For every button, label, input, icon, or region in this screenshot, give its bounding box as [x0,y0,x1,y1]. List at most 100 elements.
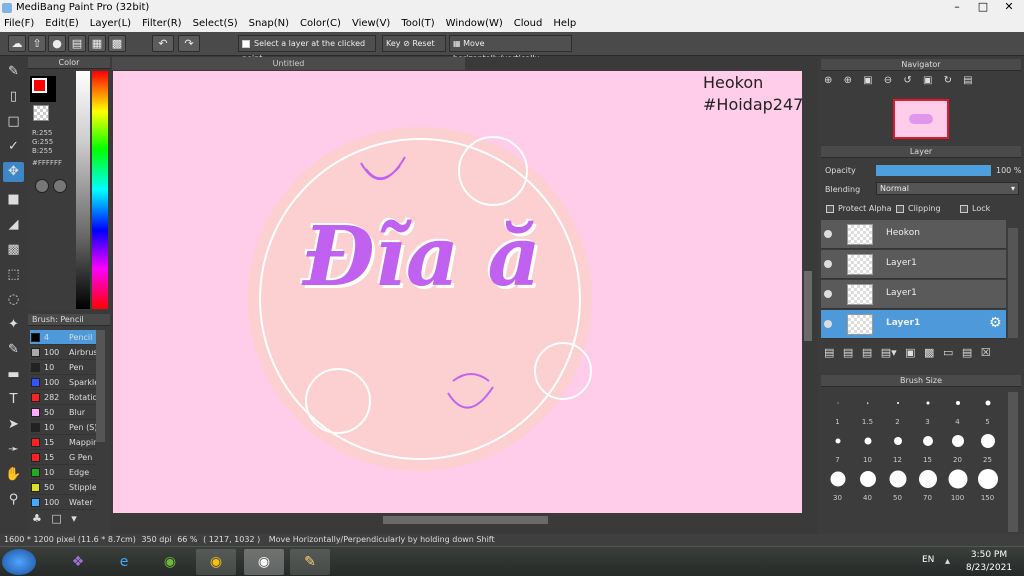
operation-tool-icon[interactable]: ➤ [3,415,24,435]
select-eraser-icon[interactable]: ▬ [3,365,24,385]
menu-cloud[interactable]: Cloud [514,16,543,32]
brush-list-item[interactable]: 10 Pen (S) [30,420,96,435]
blending-select[interactable]: Normal ▾ [876,182,1019,195]
hue-slider[interactable] [92,71,108,309]
document-icon[interactable]: ▦ [88,35,106,52]
brush-scrollbar[interactable] [96,330,105,442]
lasso-tool-icon[interactable]: ◌ [3,290,24,310]
text-tool-icon[interactable]: T [3,390,24,410]
coccoc-icon[interactable]: ◉ [150,549,190,575]
select-pen-icon[interactable]: ✎ [3,340,24,360]
brush-size-option[interactable]: 20 [943,427,972,464]
brush-list-item[interactable]: 100 Water [30,495,96,510]
redo-icon[interactable]: ↷ [178,35,200,52]
brush-size-scrollbar[interactable] [1008,392,1018,532]
palette-icon[interactable] [35,179,49,193]
eraser-tool-icon[interactable]: ▯ [3,87,24,107]
brush-list-item[interactable]: 15 G Pen [30,450,96,465]
brush-size-option[interactable]: 10 [853,427,882,464]
brush-list-item[interactable]: 10 Pen [30,360,96,375]
rectangle-tool-icon[interactable]: □ [3,112,24,132]
new-brush-icon[interactable]: □ [51,512,61,525]
brush-list-item[interactable]: 50 Stipple [30,480,96,495]
brush-list-item[interactable]: 15 Mapping [30,435,96,450]
layer-row[interactable]: Heokon [821,220,1006,249]
zoom-fit-icon[interactable]: ⊕ [844,75,852,86]
brush-size-option[interactable]: 70 [913,465,942,502]
canvas[interactable]: Đĩa ă Heokon #Hoidap247 [113,71,802,513]
new-8bit-layer-icon[interactable]: ▤ [862,346,872,359]
zoom-tool-icon[interactable]: ⚲ [3,490,24,510]
menu-layer[interactable]: Layer(L) [90,16,131,32]
brush-size-option[interactable]: 100 [943,465,972,502]
brush-size-option[interactable]: 12 [883,427,912,464]
fill-rect-tool-icon[interactable]: ■ [3,190,24,210]
close-button[interactable]: ✕ [998,0,1020,16]
hand-tool-icon[interactable]: ✋ [3,465,24,485]
brush-size-option[interactable]: 7 [823,427,852,464]
brush-list-item[interactable]: 100 Sparkle [30,375,96,390]
chrome-icon[interactable]: ◉ [196,549,236,575]
cloud-icon[interactable]: ☁ [8,35,26,52]
brush-size-option[interactable]: 15 [913,427,942,464]
minimize-button[interactable]: – [946,0,968,16]
brush-list-item[interactable]: 282 Rotation [30,390,96,405]
brush-size-option[interactable]: 2 [883,389,912,426]
menu-filter[interactable]: Filter(R) [142,16,182,32]
brush-size-option[interactable]: 1.5 [853,389,882,426]
vertical-scrollbar[interactable] [802,71,814,513]
menu-view[interactable]: View(V) [352,16,390,32]
brush-size-option[interactable]: 150 [973,465,1002,502]
delete-layer-icon[interactable]: ☒ [981,346,991,359]
layer-scrollbar[interactable] [1008,228,1018,338]
upload-icon[interactable]: ⇧ [28,35,46,52]
menu-file[interactable]: File(F) [4,16,34,32]
new-layer-icon[interactable]: ▤ [824,346,834,359]
menu-snap[interactable]: Snap(N) [249,16,289,32]
brush-size-option[interactable]: 50 [883,465,912,502]
brush-list-item[interactable]: 100 Airbrush [30,345,96,360]
zoom-out-icon[interactable]: ⊖ [884,75,892,86]
brush-tool-icon[interactable]: ✎ [3,62,24,82]
brightness-slider[interactable] [76,71,90,309]
brush-size-option[interactable]: 30 [823,465,852,502]
add-brush-icon[interactable]: ♣ [32,512,42,525]
navigator-preview[interactable] [893,99,949,139]
brush-menu-icon[interactable]: ▾ [71,512,77,525]
canvas-tab[interactable]: Untitled [112,57,465,70]
eye-icon[interactable] [824,230,832,238]
move-direction-button[interactable]: ▦ Move horizontally/vertically [449,35,572,63]
opacity-slider[interactable] [876,165,991,176]
menu-select[interactable]: Select(S) [193,16,238,32]
color-set-icon[interactable] [53,179,67,193]
undo-icon[interactable]: ↶ [152,35,174,52]
clipping-toggle[interactable]: Clipping [896,204,941,213]
reset-button[interactable]: Reset [412,39,434,48]
eye-icon[interactable] [824,320,832,328]
menu-tool[interactable]: Tool(T) [401,16,434,32]
brush-list-item[interactable]: 50 Blur [30,405,96,420]
eye-icon[interactable] [824,260,832,268]
layer-row-selected[interactable]: Layer1 ⚙ [821,310,1006,339]
menu-help[interactable]: Help [553,16,576,32]
bucket-tool-icon[interactable]: ◢ [3,215,24,235]
tray-chevron-icon[interactable]: ▴ [945,556,950,567]
gear-icon[interactable]: ⚙ [989,315,1002,331]
gallery-icon[interactable]: ▩ [108,35,126,52]
start-button[interactable] [2,549,36,575]
rotate-right-icon[interactable]: ↻ [944,75,952,86]
flip-icon[interactable]: ▣ [923,75,932,86]
move-tool-icon[interactable]: ✥ [3,162,24,182]
maximize-button[interactable]: □ [972,0,994,16]
brush-size-option[interactable]: 4 [943,389,972,426]
lock-checkbox[interactable] [960,204,968,213]
visual-studio-icon[interactable]: ❖ [58,549,98,575]
transparent-swatch[interactable] [33,105,49,121]
comment-icon[interactable]: ● [48,35,66,52]
layer-properties-icon[interactable]: ▤ [962,346,972,359]
horizontal-scrollbar[interactable] [113,514,802,526]
brush-size-option[interactable]: 25 [973,427,1002,464]
brush-size-option[interactable]: 5 [973,389,1002,426]
internet-explorer-icon[interactable]: e [104,549,144,575]
layer-menu-icon[interactable]: ▤▾ [881,346,897,359]
